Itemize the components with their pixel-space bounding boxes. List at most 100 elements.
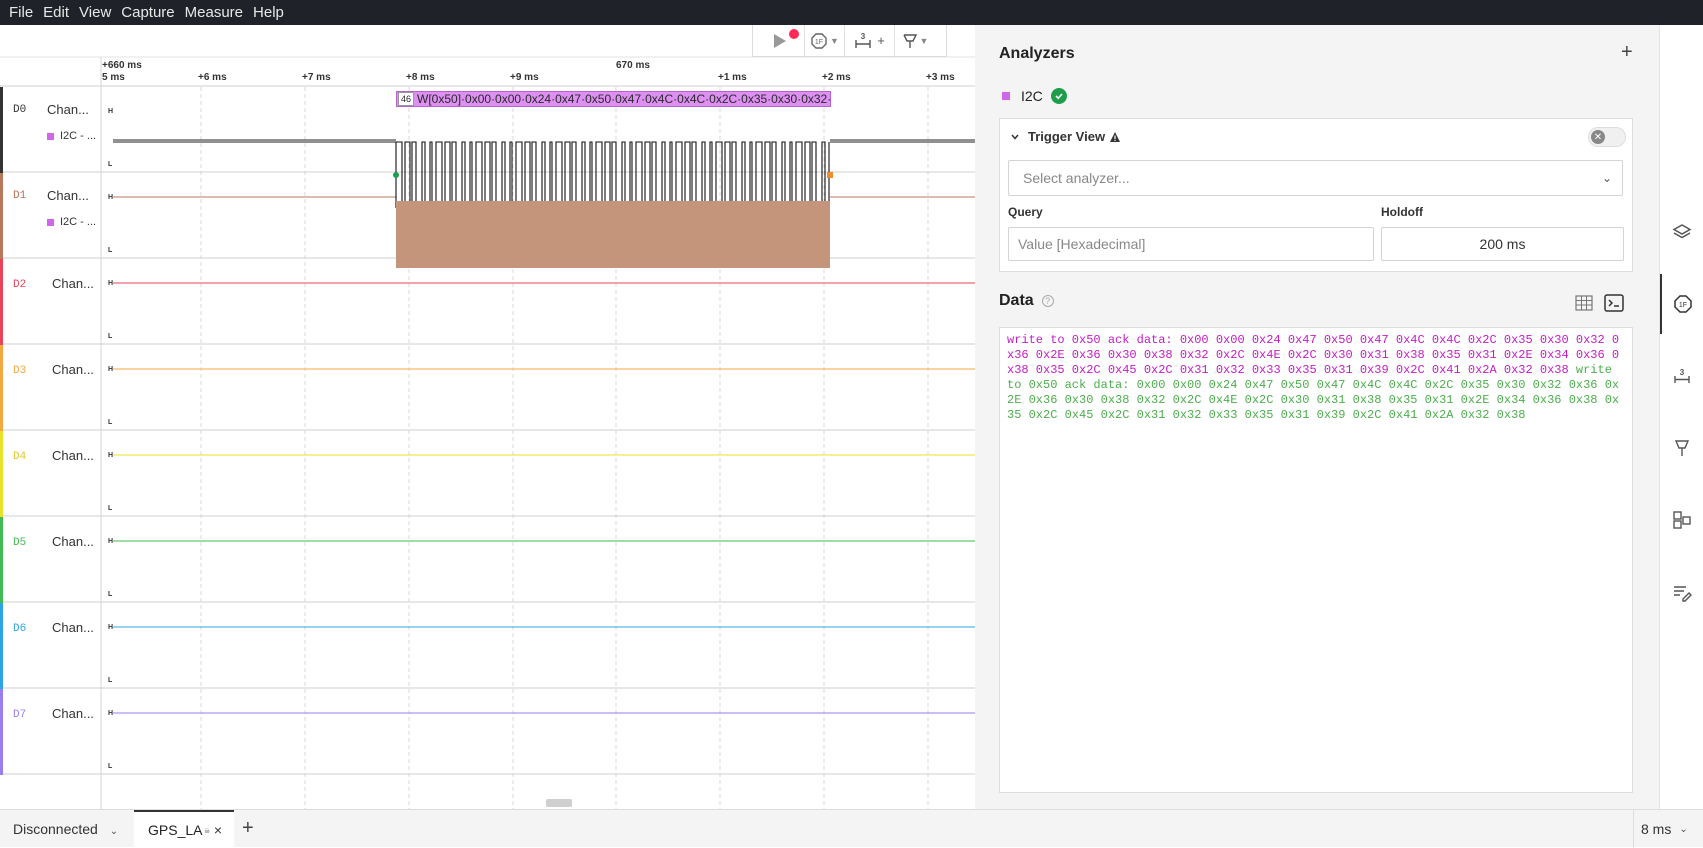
analyzer-item-i2c[interactable]: I2C: [1002, 88, 1067, 104]
side-icon-bar: 1F 3: [1659, 25, 1703, 809]
pin-icon: [902, 33, 917, 48]
ruler-minor-label: +7 ms: [302, 72, 331, 83]
time-scale-dropdown[interactable]: 8 ms ⌄: [1633, 810, 1703, 848]
holdoff-input[interactable]: 200 ms: [1381, 227, 1624, 261]
analyzer-tag-label: I2C - ...: [60, 130, 97, 142]
channel-row-d7[interactable]: D7 Chan...: [0, 689, 101, 775]
terminal-view-button[interactable]: [1604, 294, 1624, 317]
add-tab-button[interactable]: +: [242, 817, 254, 840]
markers-button[interactable]: [1660, 418, 1703, 478]
ruler-major-label: +660 ms: [102, 60, 142, 71]
level-high-label: H: [108, 452, 113, 459]
i2c-decode-bubble[interactable]: 46 W[0x50]·0x00·0x00·0x24·0x47·0x50·0x47…: [396, 91, 831, 107]
channel-row-d6[interactable]: D6 Chan...: [0, 603, 101, 689]
menu-measure[interactable]: Measure: [180, 4, 248, 21]
capture-toolbar: 1F ▼ 3 + ▼: [752, 25, 947, 57]
marker-button[interactable]: ▼: [895, 25, 935, 57]
channel-name[interactable]: Chan...: [52, 448, 94, 463]
trigger-view-label: Trigger View: [1028, 129, 1106, 144]
waveform-canvas[interactable]: +660 ms 670 ms 5 ms +6 ms +7 ms +8 ms +9 ms +1 …: [0, 25, 975, 809]
measure-glyph: 3: [1680, 368, 1685, 377]
device-button[interactable]: [1660, 202, 1703, 262]
select-analyzer-placeholder: Select analyzer...: [1023, 170, 1130, 186]
select-analyzer-dropdown[interactable]: Select analyzer... ⌄: [1008, 160, 1623, 196]
data-terminal-output[interactable]: write to 0x50 ack data: 0x00 0x00 0x24 0…: [999, 327, 1633, 793]
notes-button[interactable]: [1660, 562, 1703, 622]
ruler-major-label: 670 ms: [616, 60, 650, 71]
chevron-down-icon: [1011, 134, 1019, 140]
data-section-title: Data ?: [999, 292, 1054, 310]
level-high-label: H: [108, 108, 113, 115]
analyzer-tag-label: I2C - ...: [60, 216, 97, 228]
chevron-down-icon: ▼: [919, 35, 929, 46]
warning-icon: [1110, 131, 1121, 142]
start-capture-button[interactable]: [753, 25, 805, 57]
d0-waveform: [113, 141, 975, 209]
pin-icon: [1674, 440, 1690, 456]
ruler-minor-label: +1 ms: [718, 72, 747, 83]
channel-name[interactable]: Chan...: [52, 706, 94, 721]
channel-row-d5[interactable]: D5 Chan...: [0, 517, 101, 603]
connection-status-dropdown[interactable]: Disconnected ⌄: [13, 821, 118, 837]
channel-id: D7: [13, 709, 27, 721]
menu-view[interactable]: View: [74, 4, 116, 21]
channel-row-d4[interactable]: D4 Chan...: [0, 431, 101, 517]
layers-icon: [1672, 224, 1692, 239]
analyzers-title: Analyzers: [999, 45, 1075, 62]
horizontal-scrollbar[interactable]: [546, 799, 572, 807]
d1-waveform-block: [396, 201, 830, 268]
extensions-button[interactable]: [1660, 490, 1703, 550]
trigger-view-toggle[interactable]: ✕: [1588, 127, 1626, 147]
channel-name[interactable]: Chan...: [52, 534, 94, 549]
check-circle-icon: [1050, 88, 1067, 104]
menu-bar: File Edit View Capture Measure Help: [0, 0, 1703, 25]
level-low-label: L: [108, 419, 113, 426]
tab-gps-la[interactable]: GPS_LA 🔒︎ ×: [134, 810, 234, 848]
close-tab-icon[interactable]: ×: [214, 822, 222, 838]
level-low-label: L: [108, 247, 113, 254]
table-view-button[interactable]: [1575, 295, 1593, 316]
channel-id: D3: [13, 365, 27, 377]
level-low-label: L: [108, 677, 113, 684]
trigger-view-header[interactable]: Trigger View: [1010, 129, 1121, 144]
channel-name[interactable]: Chan...: [52, 276, 94, 291]
ruler-minor-label: 5 ms: [102, 72, 125, 83]
menu-help[interactable]: Help: [248, 4, 289, 21]
menu-file[interactable]: File: [4, 4, 38, 21]
query-input[interactable]: Value [Hexadecimal]: [1008, 227, 1374, 261]
start-marker-icon: [393, 172, 399, 178]
chevron-down-icon: ▼: [830, 35, 839, 46]
trigger-button[interactable]: 1F ▼: [805, 25, 845, 57]
menu-capture[interactable]: Capture: [116, 4, 179, 21]
channel-row-d2[interactable]: D2 Chan...: [0, 259, 101, 345]
measure-button[interactable]: 3 +: [845, 25, 895, 57]
channel-id: D1: [13, 190, 27, 202]
channel-name[interactable]: Chan...: [52, 620, 94, 635]
ruler-minor-label: +3 ms: [926, 72, 955, 83]
measurements-button[interactable]: 3: [1660, 346, 1703, 406]
level-low-label: L: [108, 591, 113, 598]
query-label: Query: [1008, 205, 1043, 219]
help-icon[interactable]: ?: [1041, 295, 1054, 307]
holdoff-value: 200 ms: [1479, 236, 1526, 252]
waveform-area[interactable]: +660 ms 670 ms 5 ms +6 ms +7 ms +8 ms +9 ms +1 …: [0, 25, 975, 809]
channel-id: D0: [13, 104, 27, 116]
add-analyzer-button[interactable]: +: [1621, 41, 1633, 64]
channel-row-d0[interactable]: D0 Chan... I2C - ...: [0, 87, 101, 173]
lock-icon: 🔒︎: [204, 824, 210, 836]
channel-name[interactable]: Chan...: [52, 362, 94, 377]
menu-edit[interactable]: Edit: [38, 4, 74, 21]
time-scale-value: 8 ms: [1641, 821, 1672, 837]
notes-edit-icon: [1674, 586, 1692, 602]
channel-name[interactable]: Chan...: [47, 188, 89, 203]
d0-signal-path: [395, 141, 830, 209]
analyzers-tab-button[interactable]: 1F: [1660, 274, 1703, 334]
channel-row-d3[interactable]: D3 Chan...: [0, 345, 101, 431]
channel-row-d1[interactable]: D1 Chan... I2C - ...: [0, 173, 101, 259]
data-title-text: Data: [999, 292, 1034, 309]
hexagon-analyzer-icon: 1F: [1674, 295, 1692, 313]
decode-count-badge: 46: [398, 92, 415, 106]
level-high-label: H: [108, 366, 113, 373]
measure-icon: 3: [1674, 368, 1690, 383]
channel-name[interactable]: Chan...: [47, 102, 89, 117]
